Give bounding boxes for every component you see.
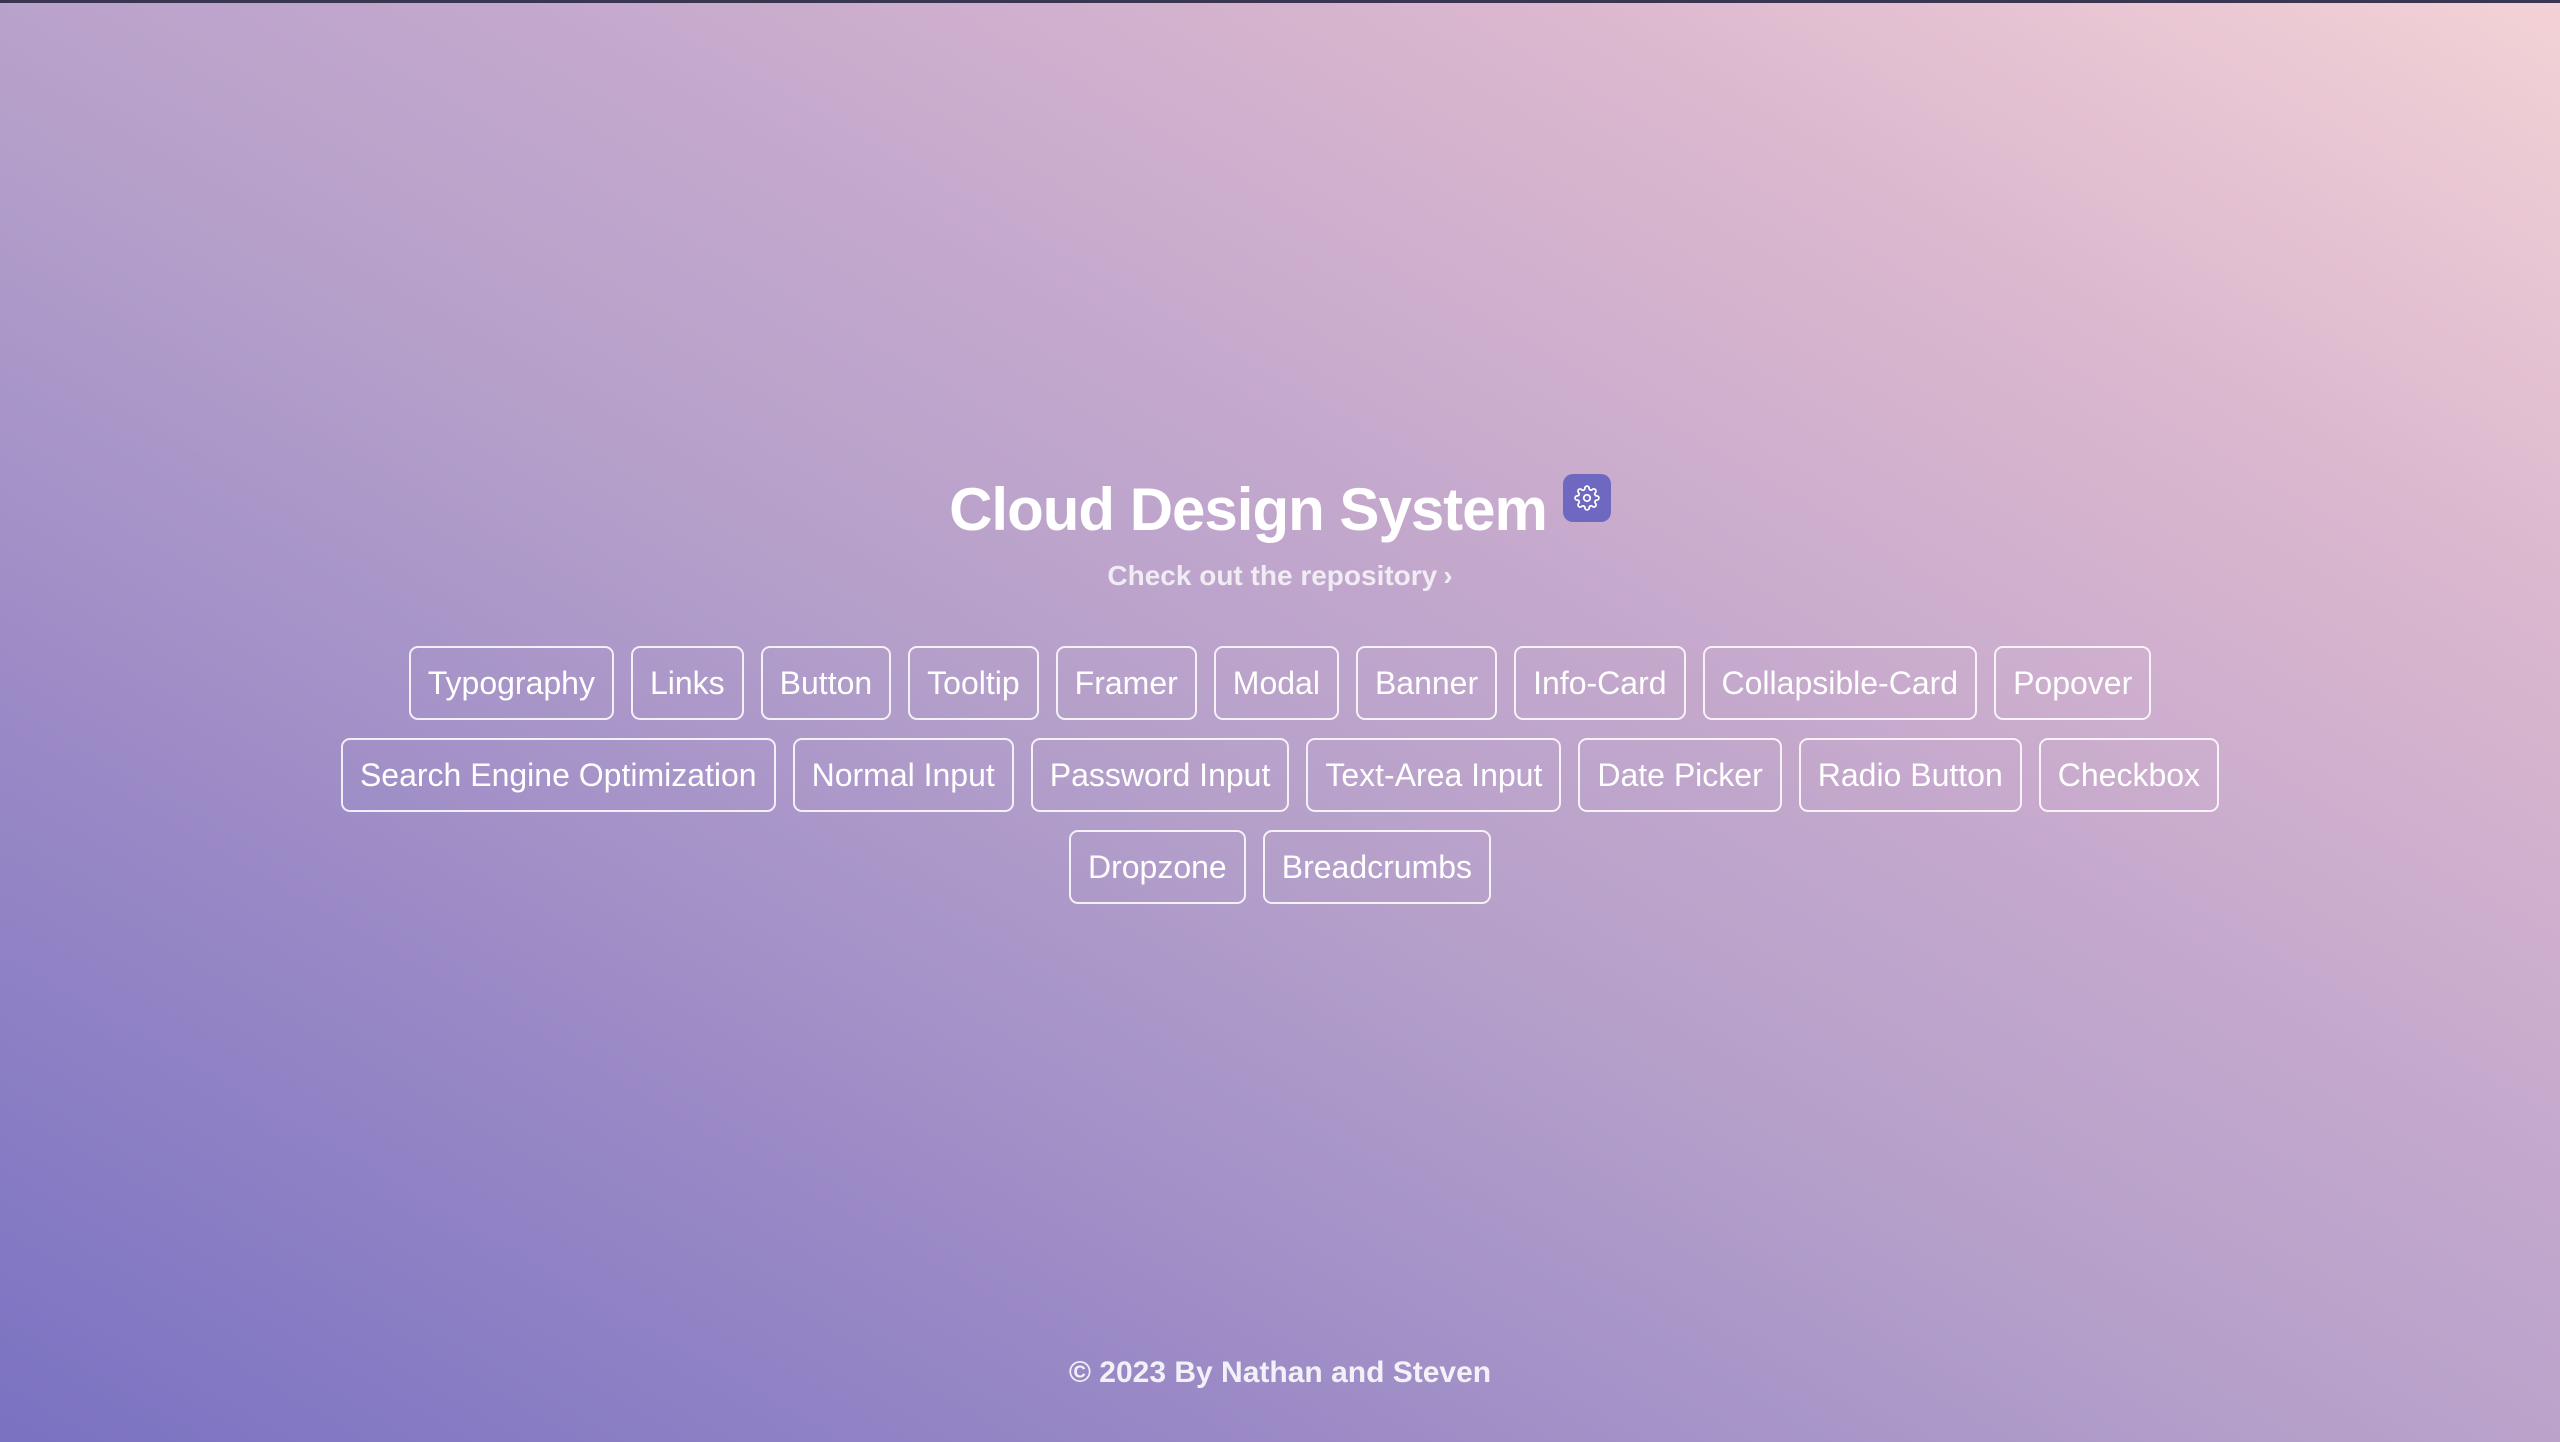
theme-settings-button[interactable] <box>1562 474 1611 522</box>
footer-copyright: © 2023 By Nathan and Steven <box>1068 1356 1492 1389</box>
component-link-checkbox[interactable]: Checkbox <box>2038 738 2220 812</box>
component-link-date-picker[interactable]: Date Picker <box>1578 738 1782 812</box>
component-link-info-card[interactable]: Info-Card <box>1514 646 1686 720</box>
component-link-breadcrumbs[interactable]: Breadcrumbs <box>1262 830 1492 904</box>
component-link-radio-button[interactable]: Radio Button <box>1798 738 2022 812</box>
component-link-popover[interactable]: Popover <box>1994 646 2152 720</box>
component-link-tooltip[interactable]: Tooltip <box>908 646 1039 720</box>
gear-icon <box>1574 485 1600 511</box>
component-link-password-input[interactable]: Password Input <box>1030 738 1290 812</box>
component-link-normal-input[interactable]: Normal Input <box>792 738 1014 812</box>
repository-link-label: Check out the repository <box>1107 560 1438 591</box>
repository-link[interactable]: Check out the repository › <box>1107 560 1452 592</box>
page-title: Cloud Design System <box>949 476 1548 543</box>
component-link-modal[interactable]: Modal <box>1213 646 1339 720</box>
top-border <box>0 0 2560 3</box>
component-link-dropzone[interactable]: Dropzone <box>1068 830 1246 904</box>
page-header: Cloud Design System Check out the reposi… <box>0 470 2560 592</box>
component-link-typography[interactable]: Typography <box>408 646 614 720</box>
component-link-framer[interactable]: Framer <box>1055 646 1197 720</box>
component-link-search-engine-optimization[interactable]: Search Engine Optimization <box>340 738 776 812</box>
component-link-links[interactable]: Links <box>630 646 744 720</box>
component-link-text-area-input[interactable]: Text-Area Input <box>1306 738 1562 812</box>
component-link-banner[interactable]: Banner <box>1355 646 1498 720</box>
chevron-right-icon: › <box>1443 560 1453 591</box>
component-link-collapsible-card[interactable]: Collapsible-Card <box>1702 646 1978 720</box>
title-row: Cloud Design System <box>949 470 1611 550</box>
component-link-list: Typography Links Button Tooltip Framer Modal B… <box>300 646 2260 904</box>
component-link-button[interactable]: Button <box>760 646 892 720</box>
